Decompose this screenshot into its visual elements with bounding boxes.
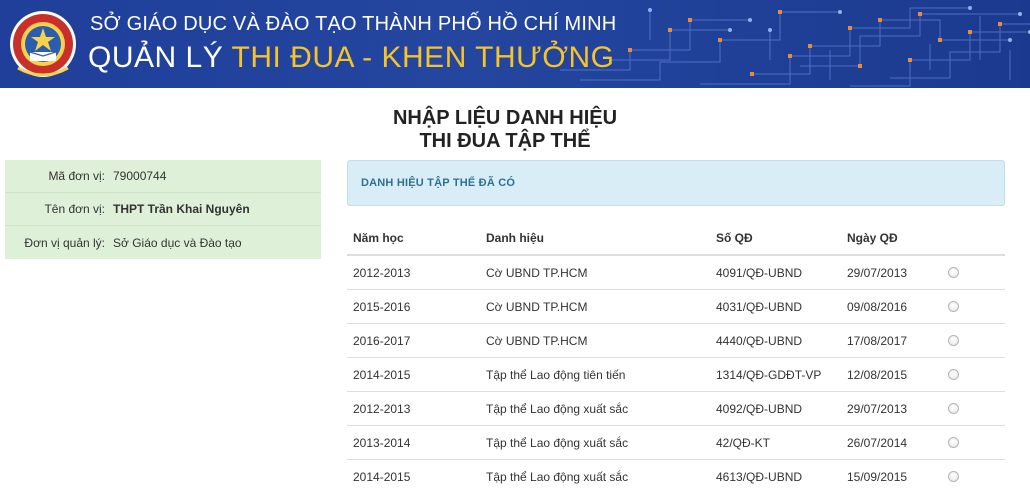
row-select-radio-cell xyxy=(948,256,959,289)
column-header-decision-number: Số QĐ xyxy=(716,231,753,245)
row-select-radio[interactable] xyxy=(948,369,959,380)
cell-decision-date: 29/07/2013 xyxy=(847,265,908,280)
unit-code-label: Mã đơn vị: xyxy=(48,169,105,183)
cell-decision-number: 4092/QĐ-UBND xyxy=(716,401,803,416)
cell-school-year: 2012-2013 xyxy=(353,265,411,280)
row-select-radio[interactable] xyxy=(948,335,959,346)
unit-code-value: 79000744 xyxy=(113,169,167,183)
cell-decision-number: 4440/QĐ-UBND xyxy=(716,333,803,348)
table-row: 2013-2014 Tập thể Lao động xuất sắc 42/Q… xyxy=(347,426,1005,460)
cell-school-year: 2014-2015 xyxy=(353,367,411,382)
cell-school-year: 2015-2016 xyxy=(353,299,411,314)
cell-decision-date: 17/08/2017 xyxy=(847,333,908,348)
column-header-school-year: Năm học xyxy=(353,231,404,245)
table-row: 2016-2017 Cờ UBND TP.HCM 4440/QĐ-UBND 17… xyxy=(347,324,1005,358)
app-header: SỞ GIÁO DỤC VÀ ĐÀO TẠO THÀNH PHỐ HỒ CHÍ … xyxy=(0,0,1030,88)
unit-name-value: THPT Trần Khai Nguyên xyxy=(113,202,250,216)
cell-title: Cờ UBND TP.HCM xyxy=(486,265,588,280)
cell-title: Tập thể Lao động xuất sắc xyxy=(486,401,629,416)
table-row: 2012-2013 Tập thể Lao động xuất sắc 4092… xyxy=(347,392,1005,426)
row-select-radio[interactable] xyxy=(948,267,959,278)
unit-name-row: Tên đơn vị: THPT Trần Khai Nguyên xyxy=(5,193,321,226)
cell-decision-date: 29/07/2013 xyxy=(847,401,908,416)
header-app-title-prefix: QUẢN LÝ xyxy=(88,41,232,74)
department-logo-icon xyxy=(10,11,76,77)
cell-decision-number: 4613/QĐ-UBND xyxy=(716,469,803,484)
column-header-title: Danh hiệu xyxy=(486,231,545,245)
cell-school-year: 2013-2014 xyxy=(353,435,411,450)
cell-title: Tập thể Lao động xuất sắc xyxy=(486,469,629,484)
row-select-radio[interactable] xyxy=(948,301,959,312)
header-app-title-highlight: THI ĐUA - KHEN THƯỞNG xyxy=(231,41,615,74)
unit-info-panel: Mã đơn vị: 79000744 Tên đơn vị: THPT Trầ… xyxy=(5,160,321,259)
circuit-pattern-decoration xyxy=(560,6,1030,87)
cell-decision-number: 4091/QĐ-UBND xyxy=(716,265,803,280)
column-header-decision-date: Ngày QĐ xyxy=(847,231,898,245)
managing-unit-row: Đơn vị quản lý: Sở Giáo dục và Đào tạo xyxy=(5,226,321,259)
table-row: 2015-2016 Cờ UBND TP.HCM 4031/QĐ-UBND 09… xyxy=(347,290,1005,324)
cell-decision-number: 1314/QĐ-GDĐT-VP xyxy=(716,367,822,382)
cell-title: Tập thể Lao động xuất sắc xyxy=(486,435,629,450)
existing-titles-heading-text: DANH HIỆU TẬP THỂ ĐÃ CÓ xyxy=(361,177,516,189)
table-row: 2014-2015 Tập thể Lao động xuất sắc 4613… xyxy=(347,460,1005,492)
cell-title: Cờ UBND TP.HCM xyxy=(486,299,588,314)
cell-decision-number: 4031/QĐ-UBND xyxy=(716,299,803,314)
row-select-radio[interactable] xyxy=(948,471,959,482)
row-select-radio[interactable] xyxy=(948,403,959,414)
cell-school-year: 2012-2013 xyxy=(353,401,411,416)
existing-titles-panel-heading: DANH HIỆU TẬP THỂ ĐÃ CÓ xyxy=(347,160,1005,206)
cell-school-year: 2016-2017 xyxy=(353,333,411,348)
cell-title: Cờ UBND TP.HCM xyxy=(486,333,588,348)
header-app-title: QUẢN LÝ THI ĐUA - KHEN THƯỞNG xyxy=(88,41,614,75)
row-select-radio-cell xyxy=(948,426,959,459)
row-select-radio-cell xyxy=(948,358,959,391)
cell-decision-date: 12/08/2015 xyxy=(847,367,908,382)
table-header-row: Năm học Danh hiệu Số QĐ Ngày QĐ xyxy=(347,222,1005,256)
row-select-radio-cell xyxy=(948,460,959,492)
cell-decision-date: 26/07/2014 xyxy=(847,435,908,450)
row-select-radio-cell xyxy=(948,324,959,357)
row-select-radio-cell xyxy=(948,290,959,323)
managing-unit-value: Sở Giáo dục và Đào tạo xyxy=(113,235,242,250)
header-organization-name: SỞ GIÁO DỤC VÀ ĐÀO TẠO THÀNH PHỐ HỒ CHÍ … xyxy=(90,13,617,35)
cell-decision-date: 15/09/2015 xyxy=(847,469,908,484)
cell-decision-date: 09/08/2016 xyxy=(847,299,908,314)
table-row: 2012-2013 Cờ UBND TP.HCM 4091/QĐ-UBND 29… xyxy=(347,256,1005,290)
page-title-line1: NHẬP LIỆU DANH HIỆU xyxy=(392,107,618,129)
cell-school-year: 2014-2015 xyxy=(353,469,411,484)
managing-unit-label: Đơn vị quản lý: xyxy=(24,235,105,250)
cell-decision-number: 42/QĐ-KT xyxy=(716,435,771,450)
page-title-line2: THI ĐUA TẬP THỂ xyxy=(419,130,591,152)
cell-title: Tập thể Lao động tiên tiến xyxy=(486,367,626,382)
unit-name-label: Tên đơn vị: xyxy=(44,202,105,216)
row-select-radio[interactable] xyxy=(948,437,959,448)
titles-table: Năm học Danh hiệu Số QĐ Ngày QĐ 2012-201… xyxy=(347,222,1005,492)
unit-code-row: Mã đơn vị: 79000744 xyxy=(5,160,321,193)
row-select-radio-cell xyxy=(948,392,959,425)
table-row: 2014-2015 Tập thể Lao động tiên tiến 131… xyxy=(347,358,1005,392)
